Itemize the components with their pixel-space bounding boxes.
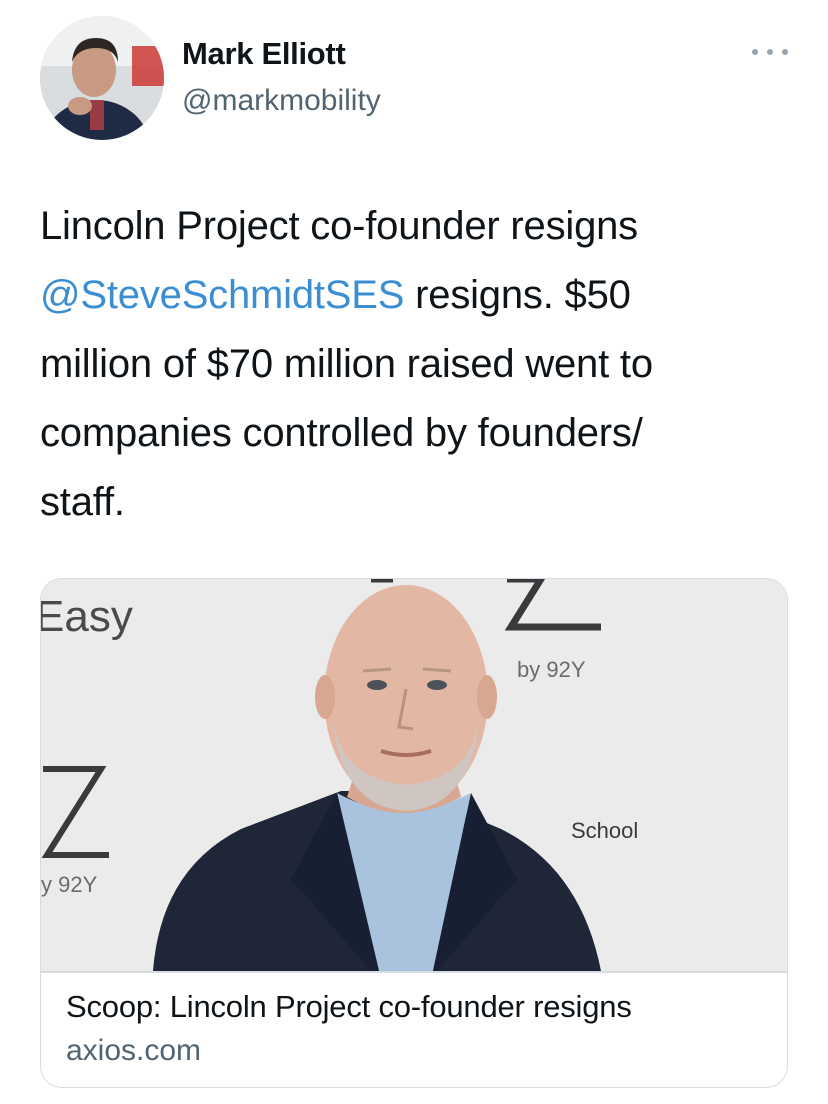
tweet-line: @SteveSchmidtSES resigns. $50	[40, 261, 800, 330]
author-handle[interactable]: @markmobility	[182, 84, 381, 118]
backdrop-easy: Easy	[41, 592, 133, 641]
card-title[interactable]: Scoop: Lincoln Project co-founder resign…	[66, 989, 632, 1025]
tweet-line: companies controlled by founders/	[40, 411, 643, 455]
tweet-line: million of $70 million raised went to	[40, 342, 653, 386]
tweet-line: staff.	[40, 480, 125, 524]
author-avatar[interactable]	[40, 16, 164, 140]
backdrop-by92y-right: by 92Y	[517, 657, 586, 682]
tweet-line: Lincoln Project co-founder resigns	[40, 204, 638, 248]
dot	[767, 49, 773, 55]
card-domain[interactable]: axios.com	[66, 1034, 201, 1068]
backdrop-school: School	[571, 818, 638, 843]
card-divider	[41, 971, 787, 973]
tweet-text-fragment: resigns. $50	[404, 273, 631, 317]
tweet-text: Lincoln Project co-founder resigns @Stev…	[40, 192, 800, 537]
dot	[752, 49, 758, 55]
dot	[782, 49, 788, 55]
mention-link[interactable]: @SteveSchmidtSES	[40, 273, 404, 317]
card-image[interactable]: Easy by 92Y y 92Y School	[41, 579, 787, 971]
link-card[interactable]: Easy by 92Y y 92Y School Scoop: Lincoln …	[40, 578, 788, 1088]
more-horizontal-icon[interactable]	[752, 42, 788, 62]
backdrop-by92y-left: y 92Y	[41, 872, 98, 897]
author-name[interactable]: Mark Elliott	[182, 36, 346, 72]
tweet: Mark Elliott @markmobility Lincoln Proje…	[0, 0, 828, 1104]
